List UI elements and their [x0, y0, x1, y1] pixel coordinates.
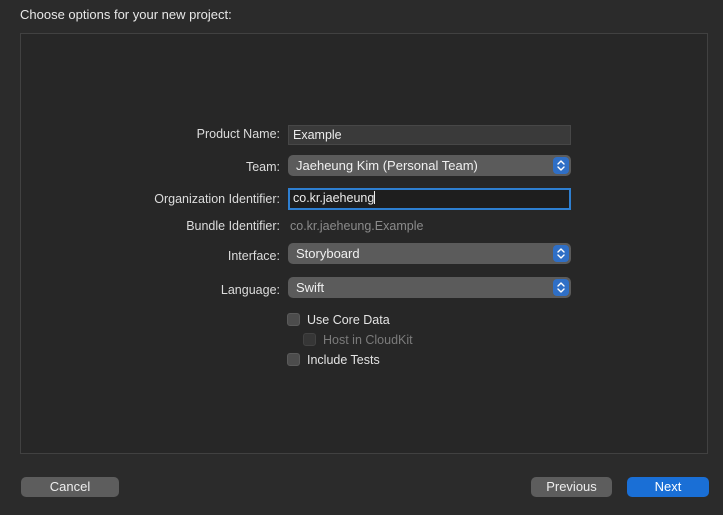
language-popup[interactable]: Swift	[288, 277, 571, 298]
organization-identifier-value: co.kr.jaeheung	[293, 191, 375, 205]
host-in-cloudkit-label: Host in CloudKit	[323, 333, 413, 347]
language-value: Swift	[296, 280, 325, 295]
team-popup[interactable]: Jaeheung Kim (Personal Team)	[288, 155, 571, 176]
new-project-options-sheet: Choose options for your new project: Pro…	[0, 0, 723, 515]
next-button[interactable]: Next	[627, 477, 709, 497]
cancel-button[interactable]: Cancel	[21, 477, 119, 497]
team-label: Team:	[245, 160, 280, 174]
chevron-up-down-icon	[553, 245, 569, 262]
previous-button[interactable]: Previous	[531, 477, 612, 497]
include-tests-checkbox[interactable]	[287, 353, 300, 366]
use-core-data-checkbox[interactable]	[287, 313, 300, 326]
include-tests-label: Include Tests	[307, 353, 380, 367]
product-name-field[interactable]: Example	[288, 125, 571, 145]
chevron-up-down-icon	[553, 157, 569, 174]
sheet-title: Choose options for your new project:	[20, 7, 232, 22]
language-label: Language:	[220, 283, 280, 297]
organization-identifier-label: Organization Identifier:	[154, 192, 280, 206]
bundle-identifier-label: Bundle Identifier:	[186, 219, 280, 233]
organization-identifier-field[interactable]: co.kr.jaeheung	[288, 188, 571, 210]
interface-value: Storyboard	[296, 246, 360, 261]
bundle-identifier-value: co.kr.jaeheung.Example	[290, 219, 424, 233]
interface-label: Interface:	[227, 249, 280, 263]
text-caret	[374, 191, 376, 204]
team-value: Jaeheung Kim (Personal Team)	[296, 158, 478, 173]
interface-popup[interactable]: Storyboard	[288, 243, 571, 264]
product-name-value: Example	[293, 128, 342, 142]
chevron-up-down-icon	[553, 279, 569, 296]
product-name-label: Product Name:	[196, 127, 280, 141]
use-core-data-label: Use Core Data	[307, 313, 390, 327]
host-in-cloudkit-checkbox	[303, 333, 316, 346]
